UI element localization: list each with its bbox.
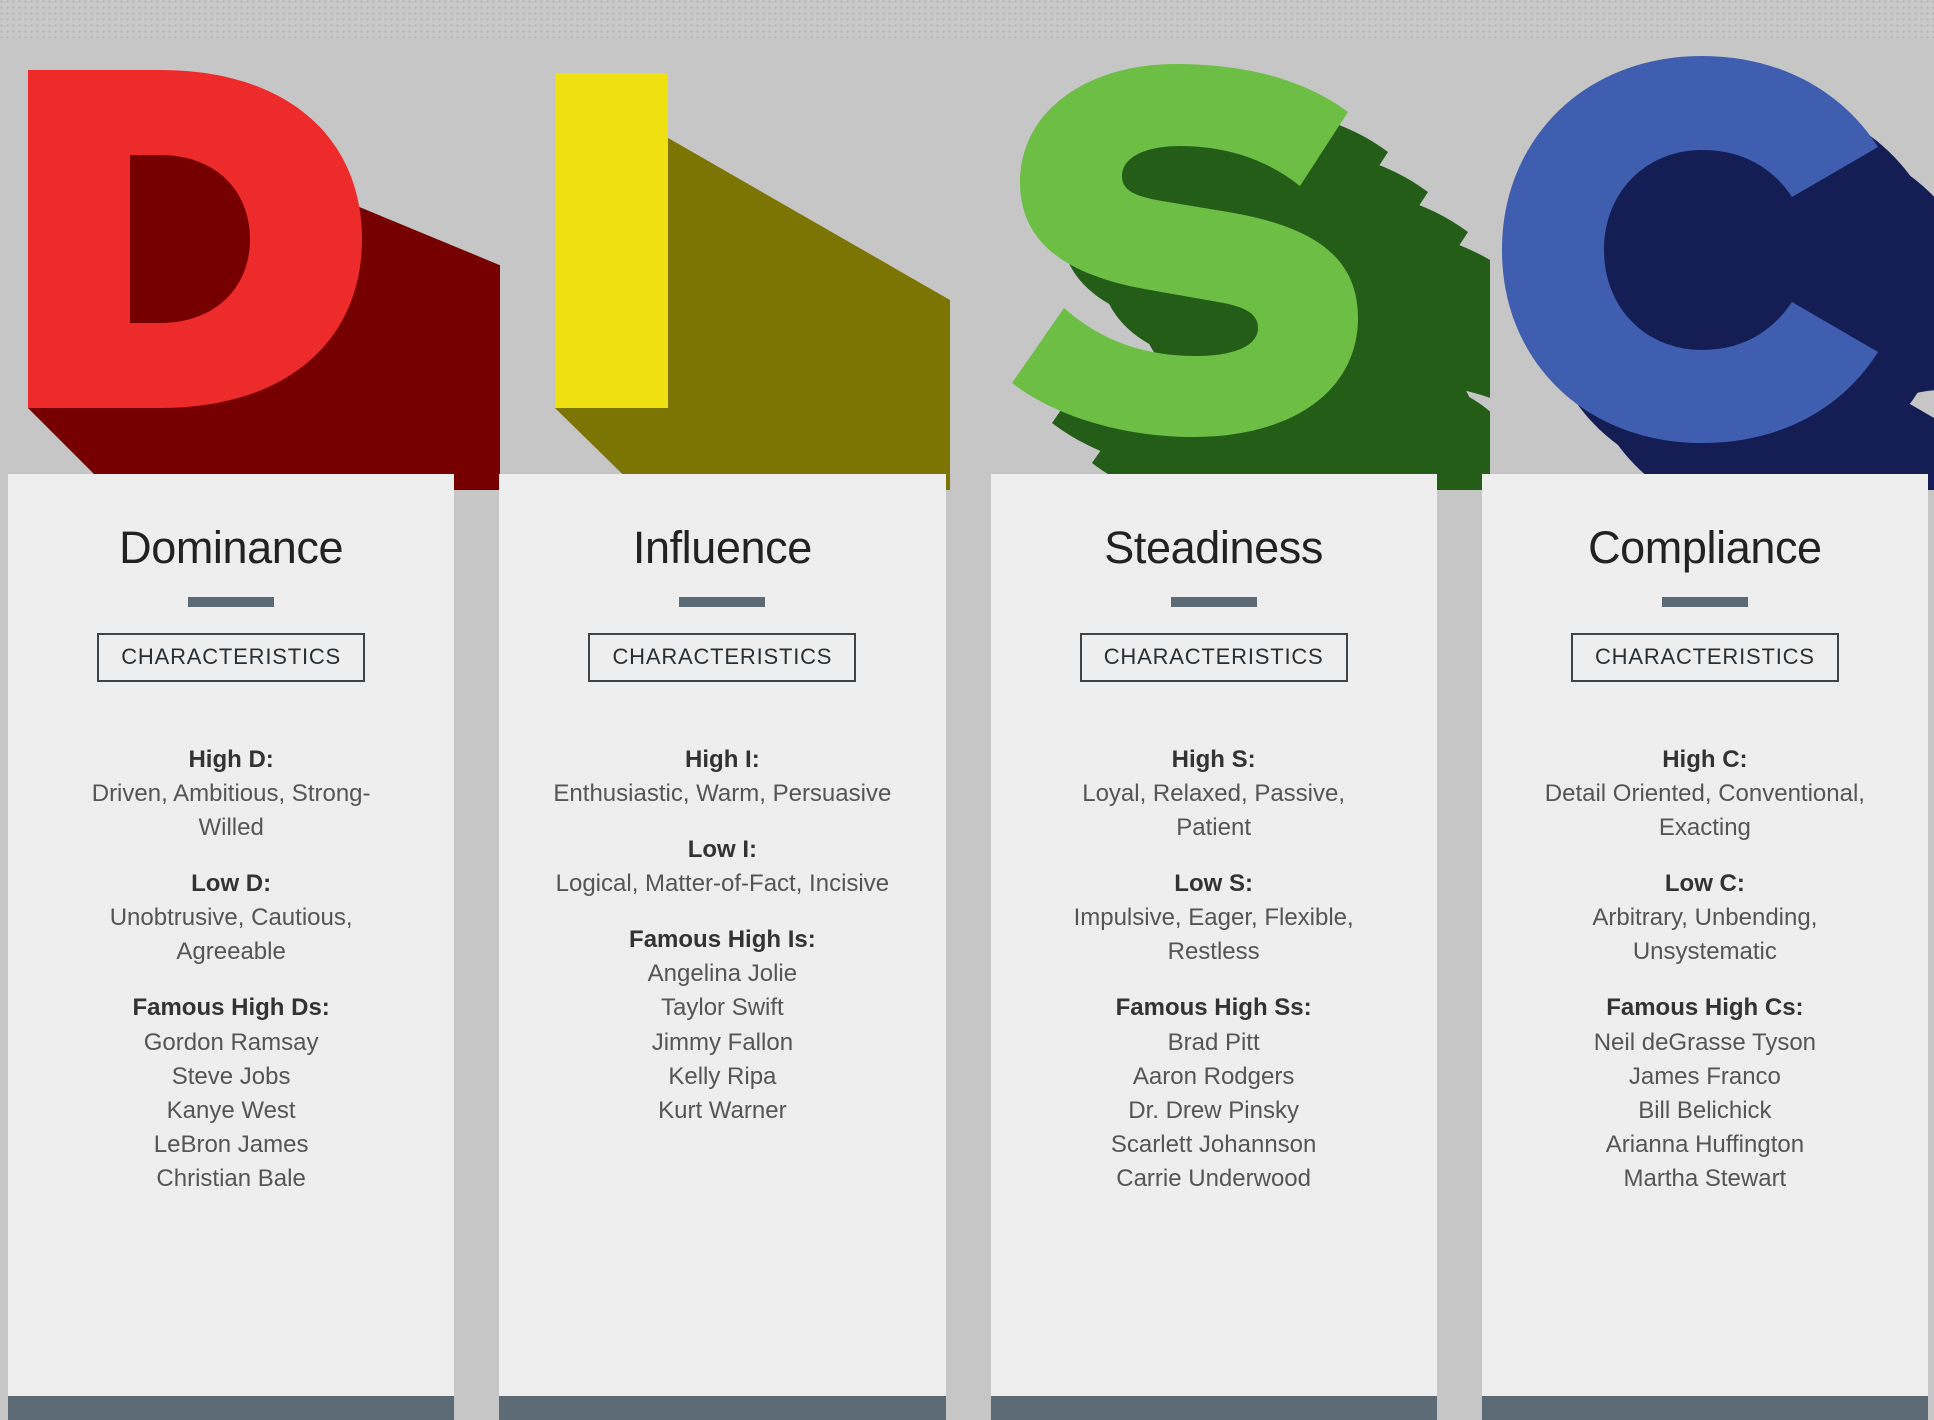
traits-block: High S: Loyal, Relaxed, Passive, Patient…: [1005, 743, 1423, 1196]
famous-label: Famous High Cs:: [1606, 994, 1804, 1022]
title-divider: [1661, 597, 1748, 607]
list-item: Dr. Drew Pinsky: [1128, 1096, 1299, 1124]
traits-block: High I: Enthusiastic, Warm, Persuasive L…: [513, 743, 931, 1128]
list-item: Aaron Rodgers: [1132, 1062, 1295, 1090]
trait-group-high: High S: Loyal, Relaxed, Passive, Patient: [1005, 743, 1423, 845]
title-divider: [1170, 597, 1257, 607]
trait-group-high: High C: Detail Oriented, Conventional, E…: [1496, 743, 1914, 845]
high-value: Driven, Ambitious, Strong-Willed: [91, 780, 371, 842]
low-value: Unobtrusive, Cautious, Agreeable: [109, 904, 353, 966]
letter-slot-d: [0, 0, 500, 490]
card-dominance: Dominance CHARACTERISTICS High D: Driven…: [8, 474, 455, 1420]
letter-d-icon: [28, 70, 500, 490]
low-label: Low I:: [687, 836, 758, 864]
low-value: Impulsive, Eager, Flexible, Restless: [1073, 904, 1354, 966]
list-item: Scarlett Johannson: [1110, 1130, 1317, 1158]
list-item: Martha Stewart: [1623, 1164, 1787, 1192]
trait-group-famous: Famous High Cs: Neil deGrasse Tyson James…: [1496, 991, 1914, 1195]
card-influence: Influence CHARACTERISTICS High I: Enthus…: [499, 474, 946, 1420]
list-item: Gordon Ramsay: [143, 1028, 319, 1056]
low-label: Low D:: [191, 870, 272, 898]
trait-group-high: High D: Driven, Ambitious, Strong-Willed: [22, 743, 440, 845]
famous-label: Famous High Ss:: [1115, 994, 1312, 1022]
page-title: Steadiness: [1104, 522, 1323, 573]
trait-group-famous: Famous High Is: Angelina Jolie Taylor Swi…: [513, 923, 931, 1127]
list-item: Steve Jobs: [171, 1062, 291, 1090]
title-divider: [188, 597, 275, 607]
famous-list: Brad Pitt Aaron Rodgers Dr. Drew Pinsky Sca…: [1005, 1026, 1423, 1196]
trait-group-low: Low I: Logical, Matter-of-Fact, Incisive: [513, 833, 931, 901]
trait-group-famous: Famous High Ds: Gordon Ramsay Steve Jobs K…: [22, 991, 440, 1195]
card-compliance: Compliance CHARACTERISTICS High C: Detai…: [1481, 474, 1928, 1420]
list-item: Kanye West: [166, 1096, 296, 1124]
list-item: Carrie Underwood: [1116, 1164, 1311, 1192]
famous-list: Neil deGrasse Tyson James Franco Bill Beli…: [1496, 1026, 1914, 1196]
page-title: Dominance: [119, 522, 344, 573]
card-footer-bar: [1481, 1396, 1928, 1420]
low-label: Low C:: [1664, 870, 1745, 898]
high-label: High I:: [685, 746, 760, 773]
low-value: Arbitrary, Unbending, Unsystematic: [1592, 904, 1818, 966]
card-footer-bar: [8, 1396, 455, 1420]
trait-group-high: High I: Enthusiastic, Warm, Persuasive: [513, 743, 931, 811]
high-label: High D:: [188, 746, 274, 773]
list-item: Taylor Swift: [661, 994, 784, 1022]
card-body: Influence CHARACTERISTICS High I: Enthus…: [499, 474, 945, 1396]
low-value: Logical, Matter-of-Fact, Incisive: [555, 870, 890, 898]
letter-slot-i: [500, 0, 1000, 490]
letter-slot-s: [990, 0, 1490, 490]
list-item: Bill Belichick: [1638, 1096, 1772, 1124]
high-value: Enthusiastic, Warm, Persuasive: [553, 780, 892, 808]
trait-group-famous: Famous High Ss: Brad Pitt Aaron Rodgers Dr…: [1005, 991, 1423, 1195]
list-item: Neil deGrasse Tyson: [1593, 1028, 1817, 1056]
card-steadiness: Steadiness CHARACTERISTICS High S: Loyal…: [990, 474, 1437, 1420]
disc-letters-band: [0, 0, 1934, 490]
famous-label: Famous High Ds:: [132, 994, 330, 1022]
list-item: James Franco: [1628, 1062, 1781, 1090]
low-label: Low S:: [1174, 870, 1253, 898]
list-item: Arianna Huffington: [1605, 1130, 1805, 1158]
famous-list: Angelina Jolie Taylor Swift Jimmy Fallon Ke…: [513, 957, 931, 1127]
disc-cards-row: Dominance CHARACTERISTICS High D: Driven…: [8, 474, 1928, 1420]
letter-s-icon: [1012, 64, 1490, 490]
title-divider: [679, 597, 766, 607]
characteristics-button[interactable]: CHARACTERISTICS: [97, 633, 366, 682]
list-item: Angelina Jolie: [647, 960, 798, 988]
famous-list: Gordon Ramsay Steve Jobs Kanye West LeBron …: [22, 1026, 440, 1196]
characteristics-button[interactable]: CHARACTERISTICS: [1570, 633, 1839, 682]
letter-c-icon: [1502, 56, 1934, 490]
letter-slot-c: [1480, 0, 1934, 490]
trait-group-low: Low S: Impulsive, Eager, Flexible, Restl…: [1005, 867, 1423, 969]
card-body: Steadiness CHARACTERISTICS High S: Loyal…: [991, 474, 1437, 1396]
page-title: Compliance: [1588, 522, 1822, 573]
card-body: Dominance CHARACTERISTICS High D: Driven…: [8, 474, 454, 1396]
list-item: Jimmy Fallon: [651, 1028, 794, 1056]
page-title: Influence: [632, 522, 812, 573]
high-label: High S:: [1171, 746, 1256, 773]
list-item: Brad Pitt: [1167, 1028, 1260, 1056]
traits-block: High C: Detail Oriented, Conventional, E…: [1496, 743, 1914, 1196]
trait-group-low: Low D: Unobtrusive, Cautious, Agreeable: [22, 867, 440, 969]
famous-label: Famous High Is:: [629, 926, 816, 954]
card-body: Compliance CHARACTERISTICS High C: Detai…: [1482, 474, 1928, 1396]
card-footer-bar: [990, 1396, 1437, 1420]
characteristics-button[interactable]: CHARACTERISTICS: [1079, 633, 1348, 682]
traits-block: High D: Driven, Ambitious, Strong-Willed…: [22, 743, 440, 1196]
characteristics-button[interactable]: CHARACTERISTICS: [588, 633, 857, 682]
letter-i-icon: [555, 73, 950, 490]
high-value: Detail Oriented, Conventional, Exacting: [1544, 780, 1865, 842]
high-label: High C:: [1662, 746, 1748, 773]
list-item: Kelly Ripa: [668, 1062, 777, 1090]
high-value: Loyal, Relaxed, Passive, Patient: [1082, 780, 1346, 842]
card-footer-bar: [499, 1396, 946, 1420]
list-item: Kurt Warner: [658, 1096, 787, 1124]
trait-group-low: Low C: Arbitrary, Unbending, Unsystemati…: [1496, 867, 1914, 969]
list-item: LeBron James: [153, 1130, 309, 1158]
list-item: Christian Bale: [156, 1164, 306, 1192]
